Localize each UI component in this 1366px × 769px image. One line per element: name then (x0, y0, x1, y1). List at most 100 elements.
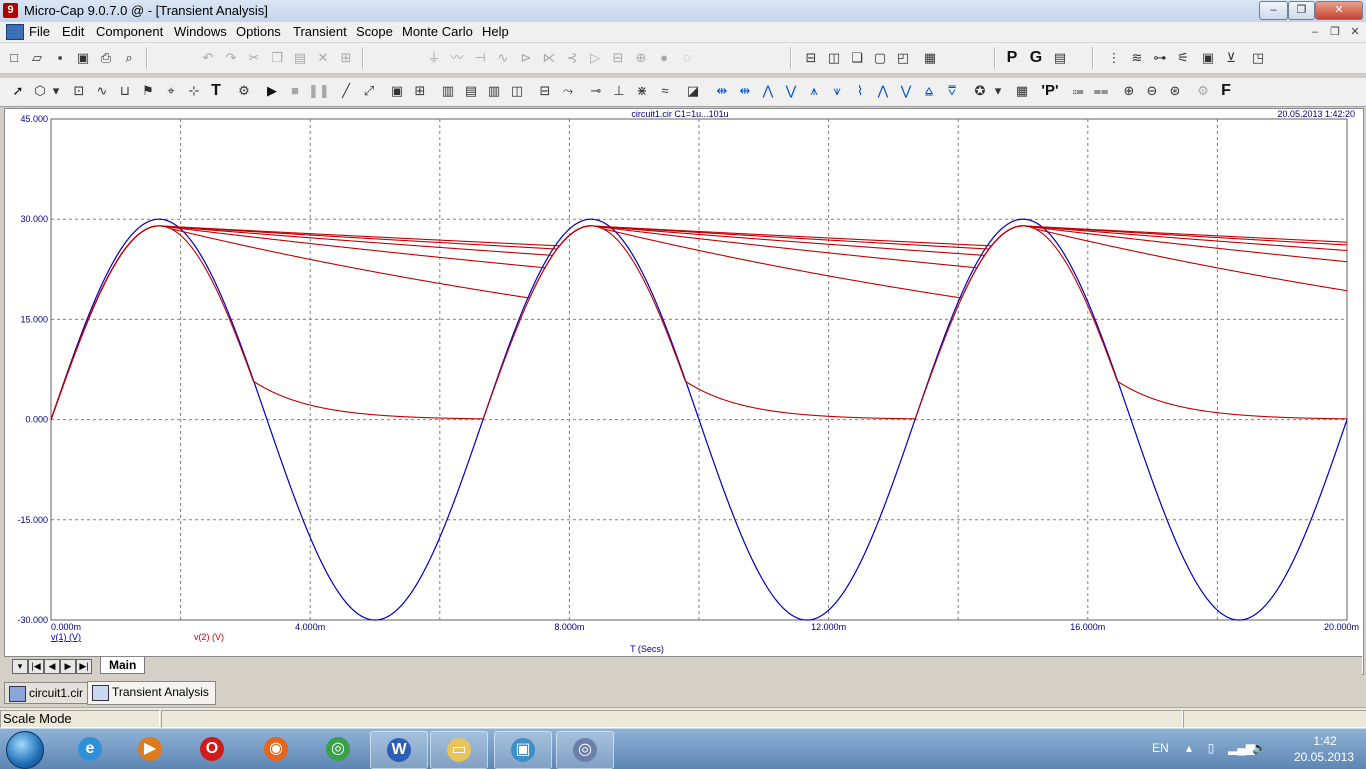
waveform-icon[interactable]: ≋ (1127, 48, 1147, 68)
legend-v2[interactable]: v(2) (V) (194, 632, 224, 642)
taskbar-app-photo-viewer[interactable]: ▣ (494, 731, 552, 769)
taskbar-app-firefox[interactable]: ◉ (248, 731, 304, 767)
plot-window[interactable]: 0.000m 4.000m 8.000m 12.000m 16.000m 20.000m 4… (4, 108, 1364, 675)
maximize-button[interactable]: ❐ (1288, 1, 1315, 20)
junction-icon[interactable]: ● (654, 48, 674, 68)
fourier-button[interactable]: F (1216, 81, 1236, 101)
grid-icon[interactable]: ⊞ (410, 81, 430, 101)
global-low-icon[interactable]: ⋁ (896, 81, 916, 101)
volume-icon[interactable]: 🔈 (1252, 741, 1267, 755)
taskbar-app-explorer[interactable]: ▭ (430, 731, 488, 769)
data-points-icon[interactable]: ◪ (683, 81, 703, 101)
battery-icon[interactable]: ⊟ (608, 48, 628, 68)
bracket-tool-icon[interactable]: ⊔ (115, 81, 135, 101)
token-icon[interactable]: ⤳ (558, 81, 578, 101)
shapes-icon[interactable]: ⬡ (30, 81, 50, 101)
line-tool-icon[interactable]: ╱ (336, 81, 356, 101)
taskbar-app-media-player[interactable]: ▶ (122, 731, 178, 767)
table-icon[interactable]: ▤ (1050, 48, 1070, 68)
start-button[interactable] (6, 731, 44, 769)
prev-tab-icon[interactable]: ◀ (44, 659, 60, 674)
point-tag-icon[interactable]: ⌖ (161, 81, 181, 101)
redo-icon[interactable]: ↷ (221, 48, 241, 68)
menu-component[interactable]: Component (96, 24, 163, 39)
global-high-icon[interactable]: ⋀ (873, 81, 893, 101)
menu-scope[interactable]: Scope (356, 24, 393, 39)
inductor-icon[interactable]: ∿ (493, 48, 513, 68)
usb-icon[interactable]: ▯ (1204, 741, 1218, 755)
horizontal-tag-icon[interactable]: ⊹ (184, 81, 204, 101)
copy-icon[interactable]: ❐ (267, 48, 287, 68)
clock-date[interactable]: 20.05.2013 (1284, 750, 1364, 764)
close-button[interactable]: ✕ (1315, 1, 1363, 20)
transient-plot[interactable]: 0.000m 4.000m 8.000m 12.000m 16.000m 20.000m 4… (5, 109, 1363, 657)
performance-icon[interactable]: ✪ (970, 81, 990, 101)
diode-icon[interactable]: ⊳ (516, 48, 536, 68)
properties-icon[interactable]: ⚙ (234, 81, 254, 101)
pause-icon[interactable]: ❚❚ (308, 81, 330, 101)
peak-icon[interactable]: ⋀ (758, 81, 778, 101)
stepping-icon[interactable]: ⩴ (1068, 81, 1088, 101)
transistor-icon[interactable]: ⋉ (539, 48, 559, 68)
window-icon[interactable]: ▢ (870, 48, 890, 68)
taskbar-app-chrome[interactable]: ◎ (310, 731, 366, 767)
node-numbers-icon[interactable]: ⋮ (1104, 48, 1124, 68)
mdi-close-button[interactable]: ✕ (1346, 25, 1364, 39)
cursor-prev-icon[interactable]: ⇹ (735, 81, 755, 101)
tab-transient-analysis[interactable]: Transient Analysis (87, 681, 216, 705)
minimize-button[interactable]: – (1259, 1, 1288, 20)
low-icon[interactable]: ⩛ (827, 81, 847, 101)
stop-icon[interactable]: ■ (285, 81, 305, 101)
bottom-icon[interactable]: ⩢ (942, 81, 962, 101)
tab-main[interactable]: Main (100, 657, 146, 674)
cut-icon[interactable]: ✂ (244, 48, 264, 68)
mdi-minimize-button[interactable]: – (1306, 25, 1324, 39)
first-tab-icon[interactable]: |◀ (28, 659, 44, 674)
performance-dropdown-icon[interactable]: ▾ (992, 81, 1004, 101)
zoom-fit-icon[interactable]: ⊛ (1165, 81, 1185, 101)
next-tab-icon[interactable]: ▶ (60, 659, 76, 674)
menu-transient[interactable]: Transient (293, 24, 347, 39)
taskbar-app-internet-explorer[interactable]: e (62, 731, 118, 767)
menu-edit[interactable]: Edit (62, 24, 84, 39)
sine-source-icon[interactable]: ◌ (677, 48, 697, 68)
select-all-icon[interactable]: ⊞ (336, 48, 356, 68)
vt-display-icon[interactable]: ⊻ (1221, 48, 1241, 68)
menu-options[interactable]: Options (236, 24, 281, 39)
taskbar-app-word[interactable]: W (370, 731, 428, 769)
minor-grid-icon[interactable]: ▥ (438, 81, 458, 101)
frame-icon[interactable]: ▣ (387, 81, 407, 101)
tray-arrow-icon[interactable]: ▴ (1182, 741, 1196, 755)
inflection-icon[interactable]: ⌇ (850, 81, 870, 101)
clock-time[interactable]: 1:42 (1300, 734, 1350, 748)
numeric-output-icon[interactable]: ▦ (1012, 81, 1032, 101)
menu-windows[interactable]: Windows (174, 24, 227, 39)
calculator-icon[interactable]: ▦ (920, 48, 940, 68)
top-icon[interactable]: ⩠ (919, 81, 939, 101)
split-window-icon[interactable]: ◰ (893, 48, 913, 68)
taskbar-app-opera[interactable]: O (184, 731, 240, 767)
flag-tool-icon[interactable]: ⚑ (138, 81, 158, 101)
taskbar-app-micro-cap[interactable]: ◎ (556, 731, 614, 769)
text-tool-button[interactable]: T (206, 81, 226, 101)
probe-p-button[interactable]: 'P' (1038, 81, 1062, 101)
voltage-source-icon[interactable]: ⊕ (631, 48, 651, 68)
cursor-next-icon[interactable]: ⇹ (712, 81, 732, 101)
probe-icon[interactable]: ⚟ (1173, 48, 1193, 68)
cursor-mode-icon[interactable]: ⋇ (632, 81, 652, 101)
opamp-icon[interactable]: ▷ (585, 48, 605, 68)
menu-help[interactable]: Help (482, 24, 509, 39)
menu-file[interactable]: File (29, 24, 50, 39)
delete-icon[interactable]: ✕ (313, 48, 333, 68)
open-folder-icon[interactable]: ▱ (27, 48, 47, 68)
capacitor-icon[interactable]: ⊣ (470, 48, 490, 68)
cascade-icon[interactable]: ❏ (847, 48, 867, 68)
settings-gear-icon[interactable]: ⚙ (1193, 81, 1213, 101)
probe-button[interactable]: P (1002, 48, 1022, 68)
ground-icon[interactable]: ⏚ (424, 48, 444, 68)
split-icon[interactable]: ◫ (507, 81, 527, 101)
run-icon[interactable]: ▶ (262, 81, 282, 101)
app-icon[interactable]: 9 (3, 3, 18, 18)
last-tab-icon[interactable]: ▶| (76, 659, 92, 674)
lines-icon[interactable]: ▤ (461, 81, 481, 101)
